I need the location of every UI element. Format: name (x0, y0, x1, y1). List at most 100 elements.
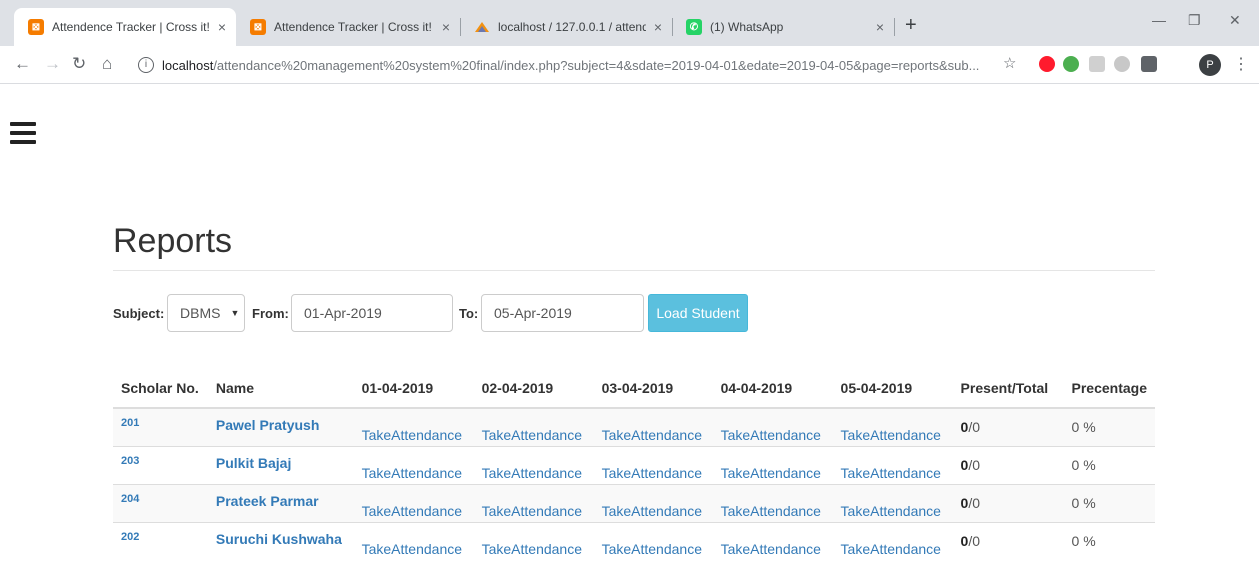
take-attendance-link[interactable]: TakeAttendance (593, 445, 713, 484)
take-attendance-link[interactable]: TakeAttendance (473, 483, 594, 522)
close-icon[interactable]: × (654, 19, 662, 35)
browser-tab-3[interactable]: localhost / 127.0.0.1 / attendance × (460, 8, 672, 46)
take-attendance-link[interactable]: TakeAttendance (473, 521, 594, 560)
url-path: /attendance%20management%20system%20fina… (213, 57, 980, 73)
tab-title: (1) WhatsApp (710, 20, 784, 34)
browser-tab-2[interactable]: ⊠ Attendence Tracker | Cross it! × (236, 8, 460, 46)
take-attendance-label: TakeAttendance (601, 465, 702, 481)
take-attendance-link[interactable]: TakeAttendance (712, 521, 833, 560)
tab-title: Attendence Tracker | Cross it! (274, 20, 432, 34)
close-icon[interactable]: × (218, 19, 226, 35)
present-total-cell: 0/0 (952, 407, 1064, 446)
present-total-cell: 0/0 (952, 483, 1064, 522)
student-name-link[interactable]: Pulkit Bajaj (207, 445, 354, 484)
take-attendance-link[interactable]: TakeAttendance (832, 445, 953, 484)
take-attendance-link[interactable]: TakeAttendance (712, 483, 833, 522)
subject-select[interactable]: DBMS ▼ (167, 294, 245, 332)
to-date-input[interactable]: 05-Apr-2019 (481, 294, 644, 332)
column-header: Scholar No. (113, 368, 208, 409)
home-icon[interactable]: ⌂ (102, 55, 112, 73)
take-attendance-link[interactable]: TakeAttendance (712, 445, 833, 484)
browser-tab-1[interactable]: ⊠ Attendence Tracker | Cross it! × (14, 8, 236, 46)
minimize-icon[interactable]: — (1152, 12, 1166, 28)
load-student-button[interactable]: Load Student (648, 294, 748, 332)
globe-extension-icon[interactable] (1063, 56, 1079, 72)
profile-avatar[interactable]: P (1199, 54, 1221, 76)
from-date-input[interactable]: 01-Apr-2019 (291, 294, 453, 332)
scholar-number-link[interactable]: 201 (113, 407, 208, 446)
hamburger-menu-icon[interactable] (10, 122, 36, 144)
title-divider (113, 270, 1155, 271)
attendance-report-table: Scholar No. Name 01-04-2019 02-04-2019 0… (113, 368, 1155, 560)
present-total-cell: 0/0 (952, 445, 1064, 484)
close-icon[interactable]: × (442, 19, 450, 35)
take-attendance-label: TakeAttendance (601, 541, 702, 558)
info-icon[interactable]: i (138, 57, 154, 73)
take-attendance-link[interactable]: TakeAttendance (593, 483, 713, 522)
puzzle-extension-icon[interactable] (1089, 56, 1105, 72)
take-attendance-link[interactable]: TakeAttendance (353, 445, 474, 484)
take-attendance-link[interactable]: TakeAttendance (832, 483, 953, 522)
take-attendance-label: TakeAttendance (361, 503, 463, 519)
take-attendance-label: TakeAttendance (481, 503, 582, 519)
browser-tab-strip: ⊠ Attendence Tracker | Cross it! × ⊠ Att… (0, 0, 1259, 46)
pocket-extension-icon[interactable] (1141, 56, 1157, 72)
scholar-number-link[interactable]: 203 (113, 445, 208, 484)
close-icon[interactable]: × (876, 19, 884, 35)
new-tab-button[interactable]: + (905, 14, 917, 37)
tab-title: Attendence Tracker | Cross it! (52, 20, 210, 34)
percentage-cell: 0 % (1063, 521, 1155, 560)
take-attendance-link[interactable]: TakeAttendance (353, 521, 474, 560)
url-host: localhost (162, 57, 214, 73)
total-count: /0 (968, 419, 981, 436)
menu-dots-icon[interactable]: ⋮ (1233, 54, 1249, 74)
forward-icon[interactable]: → (44, 55, 61, 73)
opera-extension-icon[interactable] (1039, 56, 1055, 72)
drive-extension-icon[interactable] (1114, 56, 1130, 72)
column-header: Name (207, 368, 354, 409)
chevron-down-icon: ▼ (230, 308, 240, 318)
window-close-icon[interactable]: ✕ (1229, 12, 1241, 29)
take-attendance-link[interactable]: TakeAttendance (473, 407, 594, 446)
page-title: Reports (113, 222, 233, 260)
percentage-cell: 0 % (1063, 483, 1155, 522)
bookmark-star-icon[interactable]: ☆ (1003, 55, 1016, 73)
browser-toolbar: ← → ↻ ⌂ i localhost/attendance%20managem… (0, 46, 1259, 84)
take-attendance-link[interactable]: TakeAttendance (832, 521, 953, 560)
take-attendance-label: TakeAttendance (361, 465, 463, 481)
scholar-number-link[interactable]: 204 (113, 483, 208, 522)
column-header: Precentage (1063, 368, 1155, 409)
take-attendance-link[interactable]: TakeAttendance (712, 407, 833, 446)
take-attendance-label: TakeAttendance (840, 427, 941, 444)
take-attendance-label: TakeAttendance (481, 427, 582, 444)
scholar-number-link[interactable]: 202 (113, 521, 208, 560)
take-attendance-link[interactable]: TakeAttendance (353, 483, 474, 522)
column-header: 01-04-2019 (353, 368, 474, 409)
back-icon[interactable]: ← (14, 55, 31, 73)
reload-icon[interactable]: ↻ (72, 55, 86, 73)
take-attendance-label: TakeAttendance (720, 541, 821, 558)
phpmyadmin-icon (474, 19, 490, 35)
take-attendance-link[interactable]: TakeAttendance (473, 445, 594, 484)
restore-icon[interactable]: ❐ (1188, 12, 1201, 29)
column-header: 04-04-2019 (712, 368, 833, 409)
take-attendance-label: TakeAttendance (840, 503, 941, 519)
take-attendance-link[interactable]: TakeAttendance (832, 407, 953, 446)
address-bar[interactable]: i localhost/attendance%20management%20sy… (138, 51, 1028, 79)
take-attendance-link[interactable]: TakeAttendance (593, 521, 713, 560)
present-total-cell: 0/0 (952, 521, 1064, 560)
xampp-icon: ⊠ (28, 19, 44, 35)
student-name-link[interactable]: Prateek Parmar (207, 483, 354, 522)
column-header: 05-04-2019 (832, 368, 953, 409)
total-count: /0 (968, 533, 981, 550)
take-attendance-label: TakeAttendance (720, 427, 821, 444)
student-name-link[interactable]: Suruchi Kushwaha (207, 521, 354, 560)
browser-tab-4[interactable]: ✆ (1) WhatsApp × (672, 8, 894, 46)
take-attendance-label: TakeAttendance (720, 465, 821, 481)
column-header: 02-04-2019 (473, 368, 594, 409)
take-attendance-link[interactable]: TakeAttendance (593, 407, 713, 446)
table-row: 204 Prateek Parmar TakeAttendance TakeAt… (113, 483, 1155, 522)
take-attendance-link[interactable]: TakeAttendance (353, 407, 474, 446)
take-attendance-label: TakeAttendance (361, 427, 463, 444)
student-name-link[interactable]: Pawel Pratyush (207, 407, 354, 446)
